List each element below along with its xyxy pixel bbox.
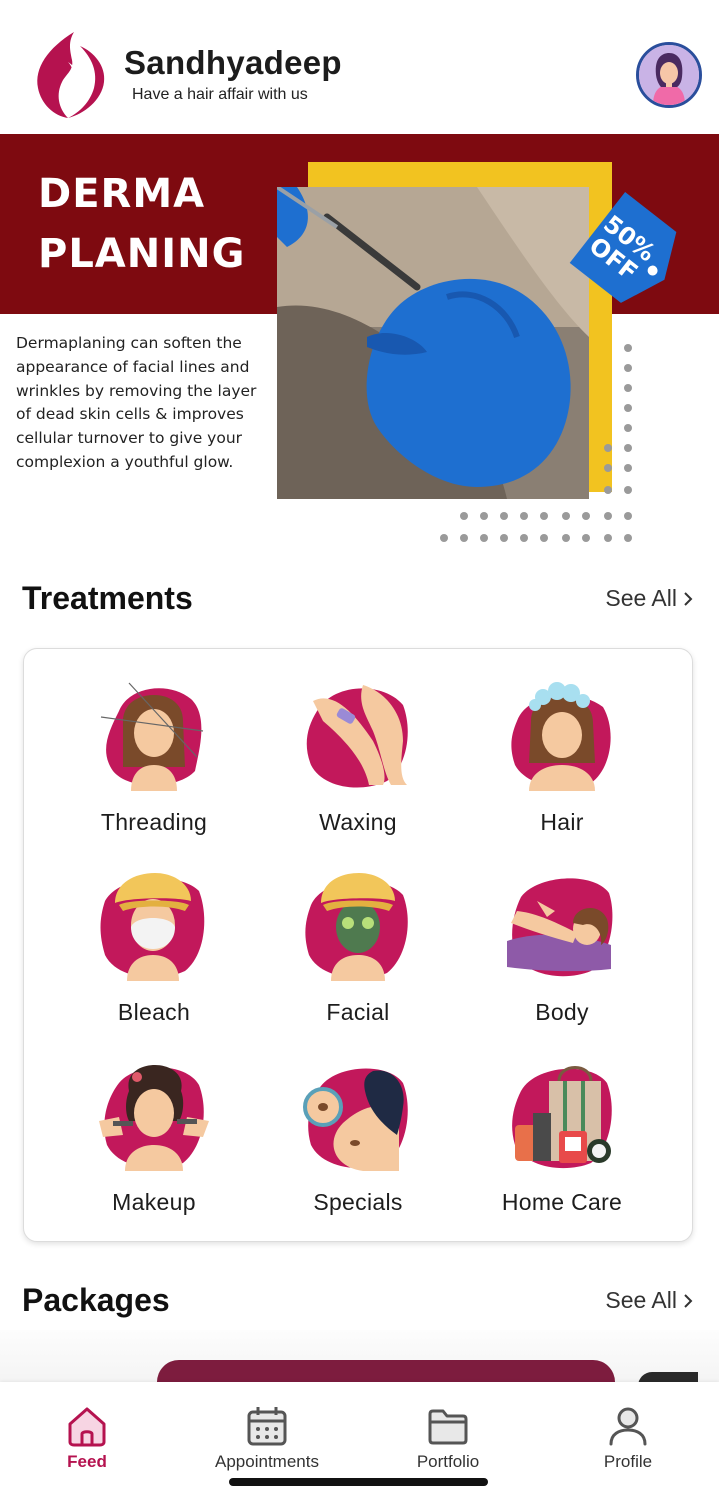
brand-name: Sandhyadeep bbox=[124, 44, 342, 81]
treatment-label: Waxing bbox=[319, 809, 397, 835]
decorative-dots bbox=[440, 344, 632, 542]
treatment-bleach[interactable]: Bleach bbox=[52, 871, 256, 1041]
woman-silhouette-logo-icon bbox=[37, 32, 105, 118]
treatment-waxing[interactable]: Waxing bbox=[256, 681, 460, 851]
nav-profile[interactable]: Profile bbox=[543, 1404, 713, 1472]
nav-label: Portfolio bbox=[416, 1452, 480, 1471]
discount-tag: 50% OFF bbox=[569, 191, 677, 303]
treatment-threading[interactable]: Threading bbox=[52, 681, 256, 851]
nav-portfolio[interactable]: Portfolio bbox=[363, 1404, 533, 1472]
promo-banner[interactable]: DERMA PLANING Dermaplaning can soften th… bbox=[0, 134, 719, 554]
treatments-see-all-link[interactable]: See All bbox=[605, 585, 693, 612]
treatment-facial[interactable]: Facial bbox=[256, 871, 460, 1041]
treatment-label: Body bbox=[535, 999, 589, 1025]
threading-icon bbox=[100, 682, 204, 791]
nav-label: Feed bbox=[67, 1452, 107, 1471]
waxing-icon bbox=[306, 685, 408, 788]
home-icon bbox=[68, 1407, 106, 1447]
treatment-label: Home Care bbox=[501, 1189, 623, 1215]
treatment-label: Bleach bbox=[117, 999, 191, 1025]
banner-title-line1: DERMA bbox=[38, 171, 206, 217]
brand-tagline: Have a hair affair with us bbox=[132, 86, 308, 103]
treatment-body[interactable]: Body bbox=[460, 871, 664, 1041]
body-massage-icon bbox=[507, 878, 613, 977]
banner-title: DERMA PLANING bbox=[38, 164, 245, 284]
chevron-right-icon bbox=[684, 1293, 693, 1308]
treatment-label: Threading bbox=[100, 809, 208, 835]
calendar-icon bbox=[247, 1407, 287, 1446]
packages-title: Packages bbox=[22, 1282, 170, 1318]
user-avatar-icon[interactable] bbox=[636, 42, 702, 108]
home-care-products-icon bbox=[512, 1066, 612, 1169]
chevron-right-icon bbox=[684, 591, 693, 606]
nav-feed[interactable]: Feed bbox=[2, 1404, 172, 1472]
treatment-specials[interactable]: Specials bbox=[256, 1061, 460, 1231]
treatment-hair[interactable]: Hair bbox=[460, 681, 664, 851]
treatment-label: Specials bbox=[313, 1189, 403, 1215]
packages-see-all-link[interactable]: See All bbox=[605, 1287, 693, 1314]
treatment-home-care[interactable]: Home Care bbox=[460, 1061, 664, 1231]
treatment-label: Hair bbox=[540, 809, 584, 835]
hair-wash-icon bbox=[511, 682, 611, 791]
makeup-icon bbox=[99, 1065, 209, 1171]
home-indicator[interactable] bbox=[229, 1478, 488, 1486]
user-icon bbox=[609, 1407, 647, 1446]
treatment-makeup[interactable]: Makeup bbox=[52, 1061, 256, 1231]
facial-mask-icon bbox=[305, 873, 408, 981]
treatment-label: Makeup bbox=[112, 1189, 196, 1215]
see-all-label: See All bbox=[605, 1287, 677, 1313]
banner-title-line2: PLANING bbox=[38, 231, 246, 277]
treatment-label: Facial bbox=[326, 999, 390, 1025]
banner-description: Dermaplaning can soften the appearance o… bbox=[16, 334, 257, 471]
treatments-card: Threading Waxing Hair Bleach Facial Body… bbox=[23, 648, 693, 1242]
treatments-title: Treatments bbox=[22, 580, 193, 616]
nav-label: Appointments bbox=[215, 1452, 319, 1471]
folder-icon bbox=[428, 1409, 468, 1445]
app-header: Sandhyadeep Have a hair affair with us bbox=[0, 0, 719, 134]
bleach-icon bbox=[100, 873, 205, 981]
specials-icon bbox=[303, 1068, 408, 1171]
nav-label: Profile bbox=[603, 1452, 653, 1471]
see-all-label: See All bbox=[605, 585, 677, 611]
nav-appointments[interactable]: Appointments bbox=[182, 1404, 352, 1472]
